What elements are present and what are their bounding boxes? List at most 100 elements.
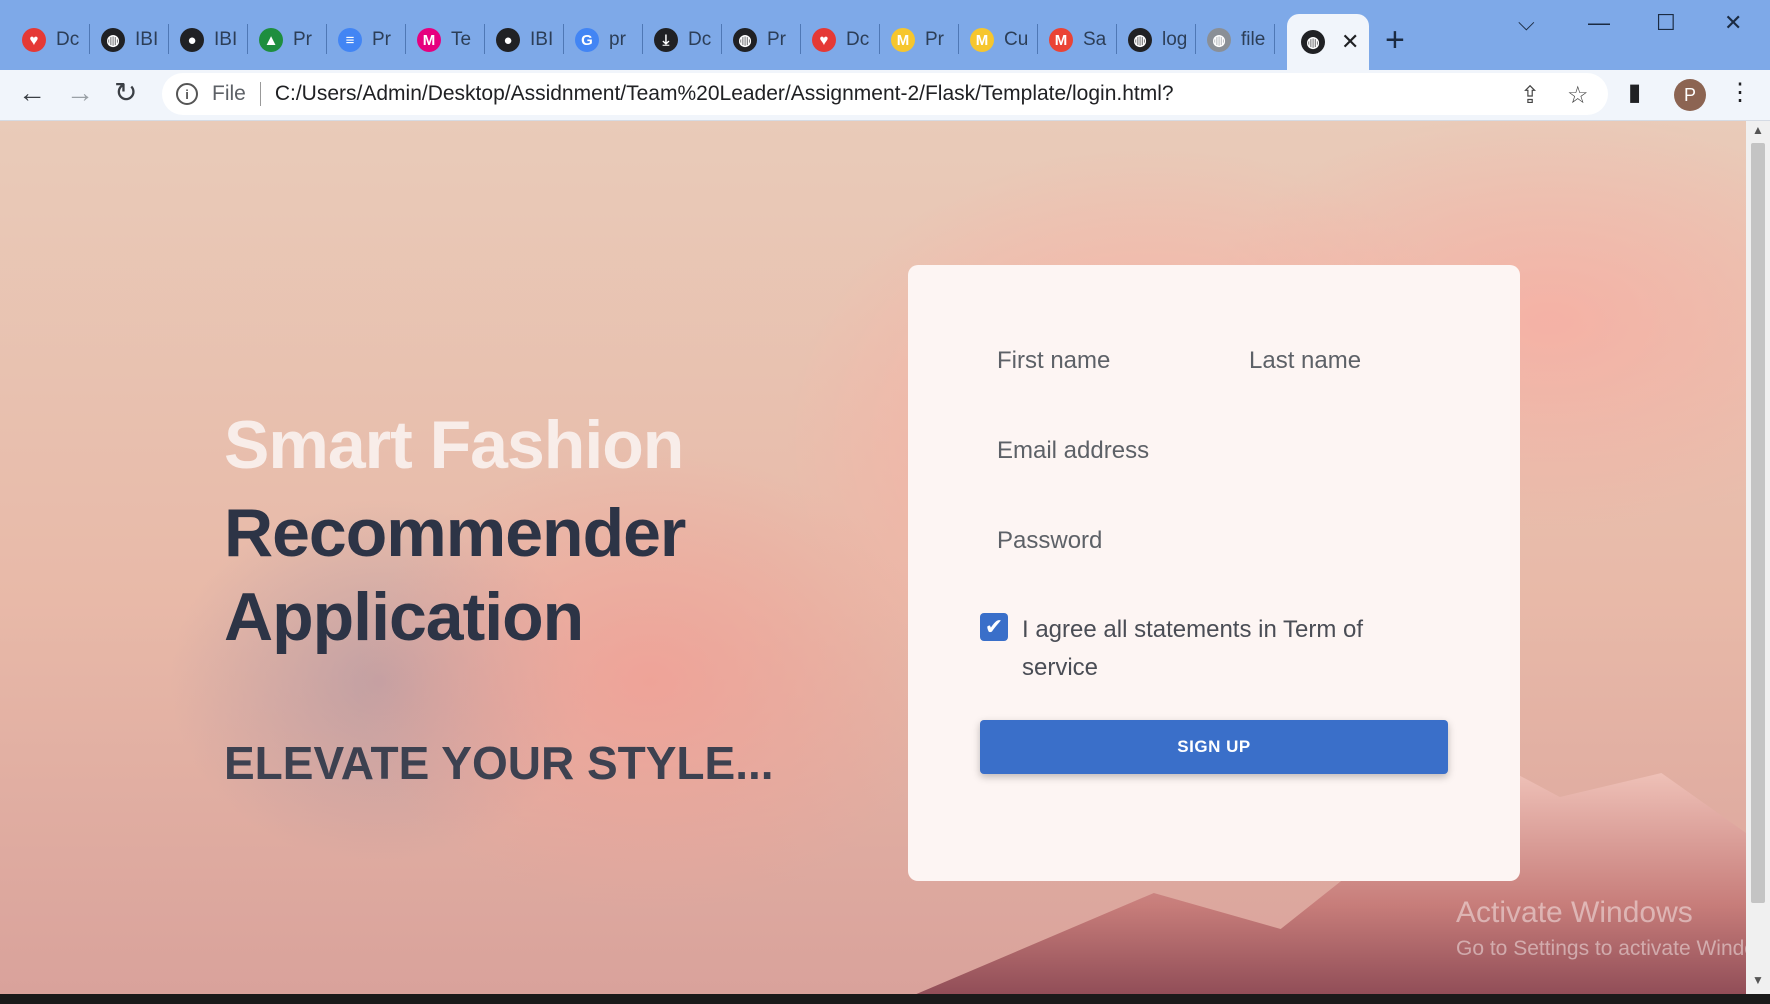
tab-label: Dc — [688, 29, 712, 50]
tab-close-icon[interactable]: ✕ — [1341, 29, 1359, 55]
tab-label: IBI — [530, 29, 554, 50]
tab-label: Pr — [925, 29, 944, 50]
taskbar-edge — [0, 994, 1770, 1004]
tab-label: Pr — [293, 29, 312, 50]
tab-14[interactable]: M Sa — [1049, 22, 1107, 58]
tab-separator — [800, 24, 801, 54]
github-icon: ● — [180, 28, 204, 52]
checkmark-icon: ✔ — [984, 614, 1004, 639]
tab-label: Pr — [372, 29, 391, 50]
gmail-icon: M — [1049, 28, 1073, 52]
github-icon: ● — [496, 28, 520, 52]
browser-menu-icon[interactable]: ⋮ — [1728, 78, 1752, 107]
browser-toolbar: ← → ↻ i File C:/Users/Admin/Desktop/Assi… — [0, 70, 1770, 121]
tab-separator — [1037, 24, 1038, 54]
tab-separator — [1274, 24, 1275, 54]
tab-7[interactable]: ● IBI — [496, 22, 554, 58]
reload-icon[interactable]: ↻ — [114, 78, 137, 108]
terms-checkbox[interactable]: ✔ — [980, 613, 1008, 641]
tab-separator — [326, 24, 327, 54]
tab-12[interactable]: M Pr — [891, 22, 949, 58]
tab-active[interactable]: ◍ ✕ — [1287, 14, 1370, 70]
tab-label: Te — [451, 29, 472, 50]
tab-1[interactable]: ♥ Dc — [22, 22, 80, 58]
terms-label: I agree all statements in Term of servic… — [1022, 616, 1364, 681]
miro-icon: M — [970, 28, 994, 52]
tab-label: Dc — [56, 29, 80, 50]
globe-icon: ◍ — [733, 28, 757, 52]
tab-separator — [89, 24, 90, 54]
tab-separator — [1195, 24, 1196, 54]
side-panel-icon[interactable]: ▮ — [1628, 78, 1641, 107]
tab-label: Dc — [846, 29, 870, 50]
tab-separator — [484, 24, 485, 54]
minimize-icon[interactable]: — — [1588, 10, 1610, 36]
tab-label: Sa — [1083, 29, 1107, 50]
email-field[interactable] — [997, 435, 1447, 467]
google-drive-icon: ▲ — [259, 28, 283, 52]
forward-icon[interactable]: → — [66, 78, 94, 108]
google-docs-icon: ≡ — [338, 28, 362, 52]
signup-button[interactable]: SIGN UP — [980, 720, 1448, 774]
tab-3[interactable]: ● IBI — [180, 22, 238, 58]
google-icon: G — [575, 28, 599, 52]
tab-search-icon[interactable]: ⌵ — [1518, 10, 1535, 36]
tab-15[interactable]: ◍ log — [1128, 22, 1186, 58]
new-tab-button[interactable]: + — [1385, 20, 1405, 60]
globe-icon: ◍ — [1207, 28, 1231, 52]
tab-10[interactable]: ◍ Pr — [733, 22, 791, 58]
tab-separator — [563, 24, 564, 54]
tab-separator — [168, 24, 169, 54]
tab-strip: ♥ Dc ◍ IBI ● IBI ▲ Pr ≡ Pr M Te ● IBI Gpr ⤓ Dc ◍ Pr ♥ Dc M Pr M… — [0, 0, 1770, 70]
tab-label: pr — [609, 29, 626, 50]
share-icon[interactable]: ⇪ — [1520, 81, 1540, 110]
password-field[interactable] — [997, 525, 1447, 557]
address-bar[interactable]: i File C:/Users/Admin/Desktop/Assidnment… — [162, 73, 1608, 115]
hero-title-line3: Application — [224, 579, 584, 655]
tab-4[interactable]: ▲ Pr — [259, 22, 317, 58]
globe-icon: ◍ — [1128, 28, 1152, 52]
tab-label: log — [1162, 29, 1186, 50]
scheme-label: File — [212, 82, 246, 105]
tab-label: Cu — [1004, 29, 1028, 50]
activate-windows-watermark: Activate Windows — [1456, 896, 1693, 929]
tab-2[interactable]: ◍ IBI — [101, 22, 159, 58]
tab-11[interactable]: ♥ Dc — [812, 22, 870, 58]
close-window-icon[interactable]: ✕ — [1724, 10, 1742, 36]
tab-separator — [642, 24, 643, 54]
back-icon[interactable]: ← — [18, 78, 46, 108]
tab-label: IBI — [135, 29, 159, 50]
tab-5[interactable]: ≡ Pr — [338, 22, 396, 58]
globe-icon: ◍ — [1301, 30, 1325, 54]
page-scrollbar[interactable]: ▲ ▼ — [1746, 121, 1770, 994]
bookmark-star-icon[interactable]: ☆ — [1567, 81, 1589, 110]
last-name-field[interactable] — [1249, 345, 1469, 377]
site-info-icon[interactable]: i — [176, 83, 198, 105]
tab-separator — [405, 24, 406, 54]
tab-16[interactable]: ◍ file — [1207, 22, 1265, 58]
tab-label: file — [1241, 29, 1265, 50]
activate-windows-subtext: Go to Settings to activate Windows. — [1456, 937, 1746, 960]
hero-title-line2: Recommender — [224, 495, 686, 571]
miro-icon: M — [891, 28, 915, 52]
scroll-up-icon[interactable]: ▲ — [1752, 123, 1764, 137]
maximize-icon[interactable]: ☐ — [1656, 10, 1676, 36]
tab-9[interactable]: ⤓ Dc — [654, 22, 712, 58]
scroll-thumb[interactable] — [1751, 143, 1765, 903]
profile-avatar[interactable]: P — [1674, 79, 1706, 111]
address-divider — [259, 82, 261, 106]
globe-icon: ◍ — [101, 28, 125, 52]
scroll-down-icon[interactable]: ▼ — [1752, 973, 1764, 987]
hero-tagline: ELEVATE YOUR STYLE... — [224, 737, 774, 789]
heart-icon: ♥ — [812, 28, 836, 52]
tab-6[interactable]: M Te — [417, 22, 475, 58]
tab-8[interactable]: Gpr — [575, 22, 633, 58]
tab-separator — [879, 24, 880, 54]
heart-icon: ♥ — [22, 28, 46, 52]
first-name-field[interactable] — [997, 345, 1217, 377]
tab-13[interactable]: M Cu — [970, 22, 1028, 58]
tab-separator — [247, 24, 248, 54]
url-text[interactable]: C:/Users/Admin/Desktop/Assidnment/Team%2… — [275, 82, 1174, 106]
miro-icon: M — [417, 28, 441, 52]
page-background: Smart Fashion Recommender Application EL… — [0, 121, 1746, 994]
